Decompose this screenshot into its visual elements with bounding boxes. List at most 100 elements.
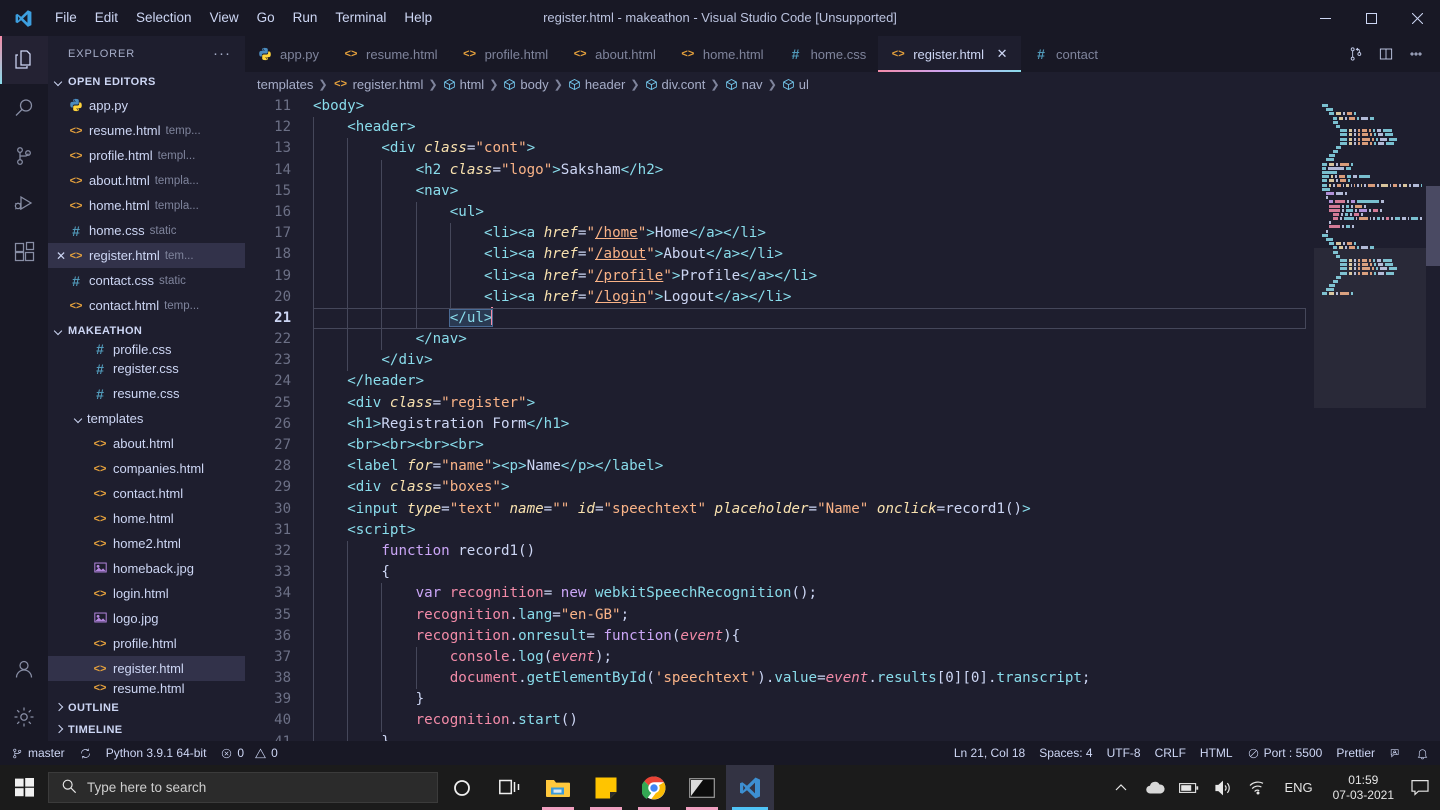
code-line[interactable]: 22 </nav> — [245, 329, 1314, 351]
activity-account-icon[interactable] — [0, 645, 48, 693]
more-actions-ellipsis-icon[interactable] — [1402, 36, 1430, 72]
code-line[interactable]: 16 <ul> — [245, 201, 1314, 224]
tree-file[interactable]: logo.jpg — [48, 606, 245, 631]
code-line[interactable]: 31 <script> — [245, 519, 1314, 541]
minimap-slider[interactable] — [1314, 248, 1426, 408]
tree-file[interactable]: <> login.html — [48, 581, 245, 606]
editor-tab[interactable]: <> about.html — [560, 36, 668, 72]
editor-tab[interactable]: <> profile.html — [450, 36, 561, 72]
code-line[interactable]: 27 <br><br><br><br> — [245, 435, 1314, 457]
tray-chevron-up-icon[interactable] — [1104, 765, 1138, 810]
tray-volume-speaker-icon[interactable] — [1206, 765, 1240, 810]
breadcrumb-item[interactable]: <> register.html — [333, 77, 423, 92]
tree-file[interactable]: <> resume.html — [48, 681, 245, 696]
activity-extensions-icon[interactable] — [0, 228, 48, 276]
status-live-server-port[interactable]: Port : 5500 — [1240, 741, 1330, 765]
tree-file[interactable]: # register.css — [48, 356, 245, 381]
tree-file[interactable]: # resume.css — [48, 381, 245, 406]
taskbar-sticky-notes-icon[interactable] — [582, 765, 630, 810]
open-editor-item[interactable]: <> contact.html temp... — [48, 293, 245, 318]
taskbar-cortana-icon[interactable] — [438, 765, 486, 810]
taskbar-chrome-icon[interactable] — [630, 765, 678, 810]
code-line[interactable]: 40 recognition.start() — [245, 710, 1314, 732]
code-line[interactable]: 12 <header> — [245, 117, 1314, 139]
activity-settings-gear-icon[interactable] — [0, 693, 48, 741]
code-line[interactable]: 24 </header> — [245, 371, 1314, 393]
code-line[interactable]: 41} — [245, 731, 1314, 741]
code-line[interactable]: 33 { — [245, 562, 1314, 584]
status-eol[interactable]: CRLF — [1148, 741, 1193, 765]
windows-start-icon[interactable] — [0, 765, 48, 810]
minimize-button[interactable] — [1302, 0, 1348, 36]
minimap[interactable] — [1314, 96, 1426, 741]
status-indentation[interactable]: Spaces: 4 — [1032, 741, 1099, 765]
editor-tab[interactable]: # home.css — [776, 36, 879, 72]
menu-file[interactable]: File — [46, 0, 86, 36]
open-editors-section-header[interactable]: OPEN EDITORS — [48, 71, 245, 93]
tray-onedrive-cloud-icon[interactable] — [1138, 765, 1172, 810]
menu-go[interactable]: Go — [248, 0, 284, 36]
open-editor-item[interactable]: <> profile.html templ... — [48, 143, 245, 168]
tray-battery-icon[interactable] — [1172, 765, 1206, 810]
code-line[interactable]: 36 recognition.onresult= function(event){ — [245, 625, 1314, 647]
taskbar-vscode-icon[interactable] — [726, 765, 774, 810]
code-line[interactable]: 21 </ul> — [245, 307, 1314, 330]
outline-section-header[interactable]: OUTLINE — [48, 697, 245, 719]
editor-tab[interactable]: app.py — [245, 36, 331, 72]
code-line[interactable]: 34 var recognition= new webkitSpeechRecog… — [245, 583, 1314, 605]
taskbar-terminal-icon[interactable] — [678, 765, 726, 810]
tray-action-center-icon[interactable] — [1404, 765, 1436, 810]
activity-search-icon[interactable] — [0, 84, 48, 132]
close-button[interactable] — [1394, 0, 1440, 36]
open-editor-item[interactable]: # home.css static — [48, 218, 245, 243]
open-editor-item[interactable]: app.py — [48, 93, 245, 118]
status-encoding[interactable]: UTF-8 — [1100, 741, 1148, 765]
editor-tab[interactable]: <> resume.html — [331, 36, 450, 72]
timeline-section-header[interactable]: TIMELINE — [48, 719, 245, 741]
status-prettier[interactable]: Prettier — [1329, 741, 1382, 765]
tree-file[interactable]: <> contact.html — [48, 481, 245, 506]
editor-tab[interactable]: # contact — [1021, 36, 1110, 72]
code-line[interactable]: 18 <li><a href="/about">About</a></li> — [245, 244, 1314, 266]
menu-run[interactable]: Run — [284, 0, 327, 36]
code-line[interactable]: 29 <div class="boxes"> — [245, 477, 1314, 499]
code-line[interactable]: 14 <h2 class="logo">Saksham</h2> — [245, 159, 1314, 181]
status-branch[interactable]: master — [4, 741, 72, 765]
tray-language-indicator[interactable]: ENG — [1274, 780, 1322, 795]
menu-help[interactable]: Help — [395, 0, 441, 36]
code-line[interactable]: 19 <li><a href="/profile">Profile</a></li… — [245, 265, 1314, 287]
code-line[interactable]: 38 document.getElementById('speechtext').… — [245, 668, 1314, 690]
open-editor-item[interactable]: <> about.html templa... — [48, 168, 245, 193]
breadcrumb-item[interactable]: ul — [782, 77, 809, 92]
close-tab-icon[interactable]: ✕ — [995, 46, 1009, 62]
status-notifications-bell-icon[interactable] — [1409, 741, 1436, 765]
status-problems[interactable]: 0 0 — [213, 741, 284, 765]
taskbar-file-explorer-icon[interactable] — [534, 765, 582, 810]
open-editor-item[interactable]: # contact.css static — [48, 268, 245, 293]
code-line[interactable]: 32 function record1() — [245, 540, 1314, 563]
code-line[interactable]: 11 <body> — [245, 96, 1314, 117]
activity-explorer-icon[interactable] — [0, 36, 48, 84]
code-line[interactable]: 25 <div class="register"> — [245, 392, 1314, 414]
breadcrumb-item[interactable]: nav — [725, 77, 763, 92]
status-cursor-position[interactable]: Ln 21, Col 18 — [947, 741, 1032, 765]
tree-file[interactable]: homeback.jpg — [48, 556, 245, 581]
menu-view[interactable]: View — [201, 0, 248, 36]
workspace-section-header[interactable]: MAKEATHON — [48, 320, 245, 342]
tree-file[interactable]: <> home2.html — [48, 531, 245, 556]
code-line[interactable]: 23 </div> — [245, 350, 1314, 372]
taskbar-task-view-icon[interactable] — [486, 765, 534, 810]
source-code[interactable]: 11 <body> 12 <header> 13 <div class="cont"> 14… — [245, 96, 1314, 741]
scrollbar-thumb[interactable] — [1426, 186, 1440, 266]
open-editor-item[interactable]: ✕ <> register.html tem... — [48, 243, 245, 268]
tree-file[interactable]: <> profile.html — [48, 631, 245, 656]
status-language-mode[interactable]: HTML — [1193, 741, 1240, 765]
tray-wifi-icon[interactable] — [1240, 765, 1274, 810]
status-python-interpreter[interactable]: Python 3.9.1 64-bit — [99, 741, 214, 765]
open-editor-item[interactable]: <> resume.html temp... — [48, 118, 245, 143]
code-line[interactable]: 17 <li><a href="/home">Home</a></li> — [245, 223, 1314, 245]
code-line[interactable]: 39} — [245, 689, 1314, 711]
sidebar-more-actions-icon[interactable]: ··· — [213, 45, 237, 62]
open-changes-icon[interactable] — [1342, 36, 1370, 72]
close-editor-icon[interactable]: ✕ — [54, 249, 68, 263]
